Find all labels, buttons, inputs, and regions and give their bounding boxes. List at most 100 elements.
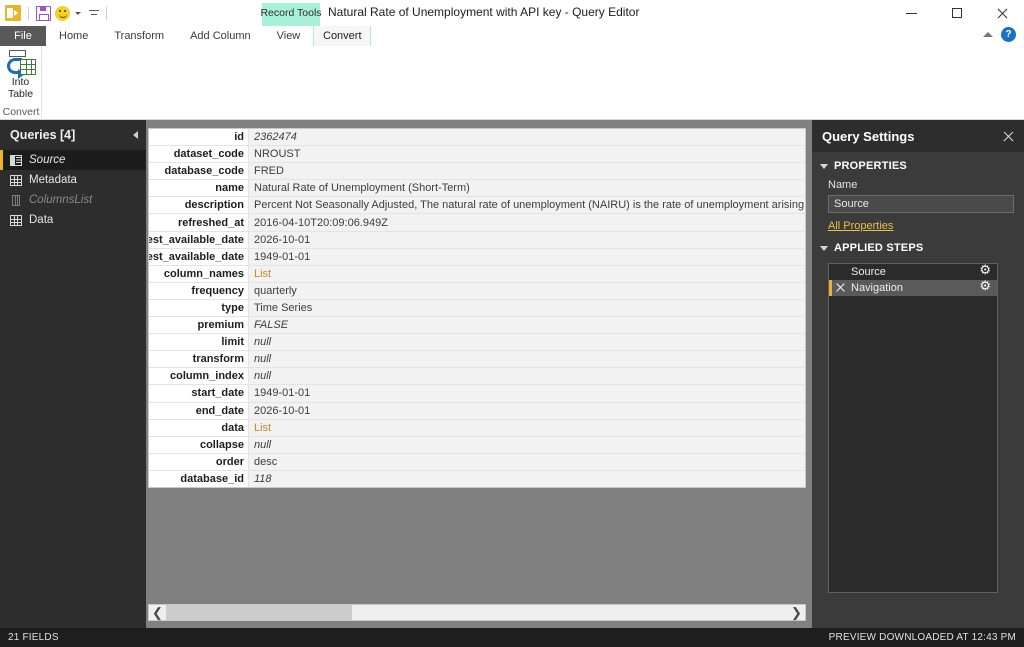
maximize-button[interactable] bbox=[934, 0, 979, 26]
record-field-value: Percent Not Seasonally Adjusted, The nat… bbox=[249, 197, 805, 214]
all-properties-link[interactable]: All Properties bbox=[828, 220, 893, 232]
window-title: Natural Rate of Unemployment with API ke… bbox=[328, 5, 640, 19]
table-row[interactable]: data List bbox=[149, 419, 805, 437]
ribbon-body: Into Table Convert bbox=[0, 46, 1024, 120]
chevron-down-icon bbox=[820, 245, 828, 251]
close-button[interactable] bbox=[979, 0, 1024, 26]
title-bar: Record Tools Natural Rate of Unemploymen… bbox=[0, 0, 1024, 26]
ribbon-tab-strip: File Home Transform Add Column View Conv… bbox=[0, 26, 1024, 46]
query-name-input[interactable] bbox=[828, 195, 1014, 213]
contextual-tab-band bbox=[262, 23, 320, 26]
record-field-value: null bbox=[249, 351, 805, 368]
applied-steps-section-header[interactable]: APPLIED STEPS bbox=[812, 234, 1024, 258]
status-preview-time: PREVIEW DOWNLOADED AT 12:43 PM bbox=[828, 632, 1016, 643]
powerbi-icon bbox=[5, 5, 21, 21]
delete-step-icon[interactable] bbox=[836, 283, 845, 292]
table-row[interactable]: newest_available_date2026-10-01 bbox=[149, 231, 805, 249]
table-row[interactable]: transform null bbox=[149, 351, 805, 369]
record-preview-grid: id 2362474 dataset_code NROUST database_code… bbox=[148, 128, 806, 488]
tab-add-column[interactable]: Add Column bbox=[177, 26, 264, 46]
sidebar-item-label: ColumnsList bbox=[29, 194, 93, 206]
chevron-down-icon[interactable] bbox=[75, 11, 81, 15]
table-row[interactable]: column_names List bbox=[149, 265, 805, 283]
tab-home[interactable]: Home bbox=[46, 26, 101, 46]
table-row[interactable]: description Percent Not Seasonally Adjust… bbox=[149, 197, 805, 215]
tab-view[interactable]: View bbox=[264, 26, 314, 46]
record-field-name: order bbox=[149, 453, 249, 470]
help-icon[interactable]: ? bbox=[1001, 27, 1016, 42]
table-row[interactable]: database_id 118 bbox=[149, 470, 805, 487]
table-row[interactable]: column_index null bbox=[149, 368, 805, 386]
tab-transform[interactable]: Transform bbox=[101, 26, 177, 46]
table-row[interactable]: id 2362474 bbox=[149, 129, 805, 147]
chevron-up-icon[interactable] bbox=[983, 32, 993, 37]
save-icon[interactable] bbox=[36, 5, 51, 21]
record-field-name: database_code bbox=[149, 163, 249, 180]
gear-icon[interactable] bbox=[979, 263, 991, 278]
record-field-value: quarterly bbox=[249, 282, 805, 299]
record-field-value: Time Series bbox=[249, 299, 805, 317]
scrollbar-track[interactable] bbox=[166, 605, 788, 620]
minimize-icon bbox=[906, 12, 917, 14]
list-icon bbox=[12, 194, 20, 206]
query-editor-window: Record Tools Natural Rate of Unemploymen… bbox=[0, 0, 1024, 647]
record-field-name: frequency bbox=[149, 282, 249, 299]
divider bbox=[28, 6, 29, 20]
sidebar-item-columnslist[interactable]: ColumnsList bbox=[0, 190, 146, 210]
applied-step-navigation[interactable]: Navigation bbox=[829, 279, 997, 296]
customize-toolbar-icon[interactable] bbox=[89, 8, 99, 19]
applied-step-source[interactable]: Source bbox=[829, 263, 997, 280]
table-row[interactable]: collapse null bbox=[149, 436, 805, 454]
scroll-left-button[interactable]: ❮ bbox=[149, 605, 166, 620]
table-row[interactable]: premium FALSE bbox=[149, 317, 805, 335]
query-settings-header: Query Settings bbox=[812, 120, 1024, 152]
chevron-left-icon[interactable] bbox=[133, 131, 138, 139]
table-icon bbox=[10, 214, 22, 226]
table-row[interactable]: limit null bbox=[149, 334, 805, 352]
record-field-value: 2016-04-10T20:09:06.949Z bbox=[249, 214, 805, 231]
gear-icon[interactable] bbox=[979, 279, 991, 294]
scrollbar-thumb[interactable] bbox=[166, 605, 352, 620]
table-row[interactable]: start_date 1949-01-01 bbox=[149, 385, 805, 403]
scroll-right-button[interactable]: ❯ bbox=[788, 605, 805, 620]
table-row[interactable]: frequency quarterly bbox=[149, 282, 805, 300]
record-field-name: end_date bbox=[149, 402, 249, 419]
record-field-value: 118 bbox=[249, 470, 805, 487]
applied-steps-section-label: APPLIED STEPS bbox=[834, 242, 924, 254]
tab-file[interactable]: File bbox=[0, 26, 46, 46]
record-field-value[interactable]: List bbox=[249, 265, 805, 282]
record-icon bbox=[10, 154, 22, 166]
table-row[interactable]: name Natural Rate of Unemployment (Short-… bbox=[149, 180, 805, 198]
table-row[interactable]: oldest_available_date1949-01-01 bbox=[149, 248, 805, 266]
tab-convert[interactable]: Convert bbox=[313, 26, 372, 46]
table-row[interactable]: database_code FRED bbox=[149, 163, 805, 181]
sidebar-item-metadata[interactable]: Metadata bbox=[0, 170, 146, 190]
record-field-value: 2026-10-01 bbox=[249, 231, 805, 248]
horizontal-scrollbar[interactable]: ❮ ❯ bbox=[148, 604, 806, 621]
table-row[interactable]: refreshed_at 2016-04-10T20:09:06.949Z bbox=[149, 214, 805, 232]
table-row[interactable]: type Time Series bbox=[149, 299, 805, 318]
properties-section-header[interactable]: PROPERTIES bbox=[812, 152, 1024, 176]
close-icon[interactable] bbox=[1003, 131, 1014, 142]
record-field-value: FALSE bbox=[249, 317, 805, 334]
smiley-icon[interactable] bbox=[55, 5, 70, 21]
record-field-name: collapse bbox=[149, 436, 249, 453]
record-field-name: id bbox=[149, 129, 249, 146]
step-label: Navigation bbox=[851, 282, 903, 294]
table-row[interactable]: end_date 2026-10-01 bbox=[149, 402, 805, 420]
properties-section-label: PROPERTIES bbox=[834, 160, 907, 172]
chevron-down-icon bbox=[820, 163, 828, 169]
record-field-value: null bbox=[249, 368, 805, 385]
sidebar-item-source[interactable]: Source bbox=[0, 150, 146, 170]
into-table-icon bbox=[6, 50, 36, 79]
sidebar-item-data[interactable]: Data bbox=[0, 210, 146, 230]
minimize-button[interactable] bbox=[889, 0, 934, 26]
table-row[interactable]: order desc bbox=[149, 453, 805, 471]
record-field-value: Natural Rate of Unemployment (Short-Term… bbox=[249, 180, 805, 197]
table-row[interactable]: dataset_code NROUST bbox=[149, 146, 805, 164]
record-field-name: transform bbox=[149, 351, 249, 368]
record-field-value: desc bbox=[249, 453, 805, 470]
record-field-value: null bbox=[249, 436, 805, 453]
into-table-button[interactable]: Into Table bbox=[0, 50, 42, 100]
record-field-value[interactable]: List bbox=[249, 419, 805, 436]
